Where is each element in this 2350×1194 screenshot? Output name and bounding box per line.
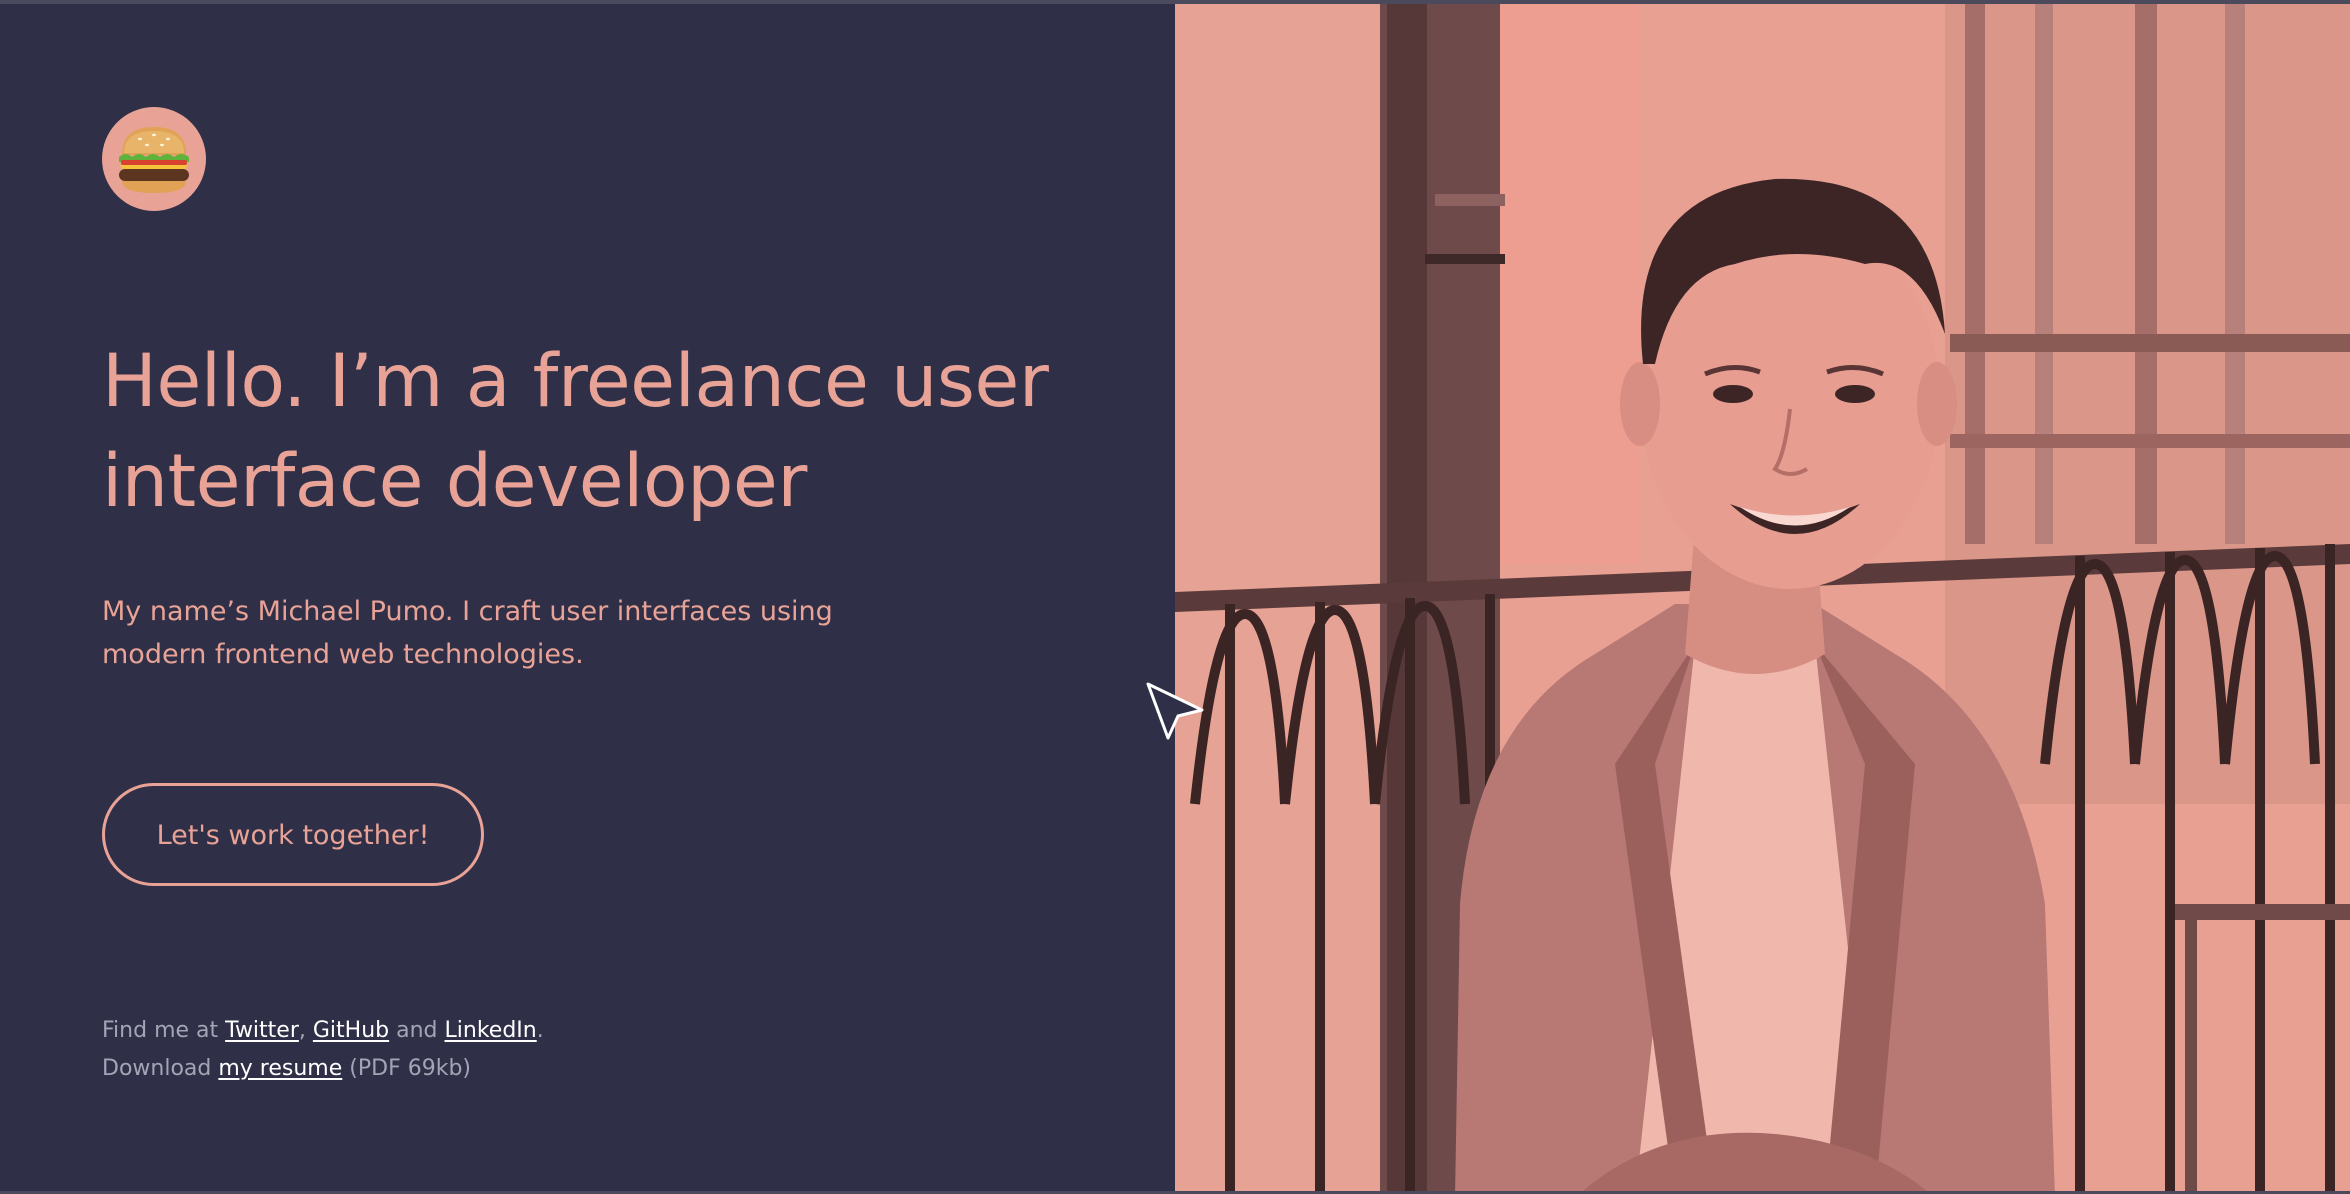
headline: Hello. I’m a freelance user interface de… bbox=[102, 339, 1049, 524]
download-label: Download bbox=[102, 1056, 219, 1081]
social-links: Find me at Twitter, GitHub and LinkedIn.… bbox=[102, 1012, 544, 1088]
github-link[interactable]: GitHub bbox=[313, 1018, 389, 1043]
logo[interactable] bbox=[102, 107, 206, 211]
and-separator: and bbox=[389, 1018, 445, 1043]
burger-icon bbox=[119, 127, 189, 193]
portrait-photo bbox=[1175, 4, 2350, 1191]
intro-text: My name’s Michael Pumo. I craft user int… bbox=[102, 596, 833, 670]
find-me-label: Find me at bbox=[102, 1018, 226, 1043]
hero-section: Hello. I’m a freelance user interface de… bbox=[0, 4, 1175, 1191]
find-me-line: Find me at Twitter, GitHub and LinkedIn. bbox=[102, 1012, 544, 1050]
resume-link[interactable]: my resume bbox=[218, 1056, 342, 1081]
resume-meta: (PDF 69kb) bbox=[342, 1056, 471, 1081]
page: Hello. I’m a freelance user interface de… bbox=[0, 0, 2350, 1194]
comma-separator: , bbox=[298, 1018, 313, 1043]
twitter-link[interactable]: Twitter bbox=[225, 1018, 299, 1043]
portrait-illustration bbox=[1175, 4, 2350, 1191]
resume-line: Download my resume (PDF 69kb) bbox=[102, 1050, 544, 1088]
mouse-cursor-icon bbox=[1146, 682, 1204, 740]
period: . bbox=[536, 1018, 544, 1043]
work-together-button[interactable]: Let's work together! bbox=[102, 783, 484, 886]
linkedin-link[interactable]: LinkedIn bbox=[445, 1018, 537, 1043]
